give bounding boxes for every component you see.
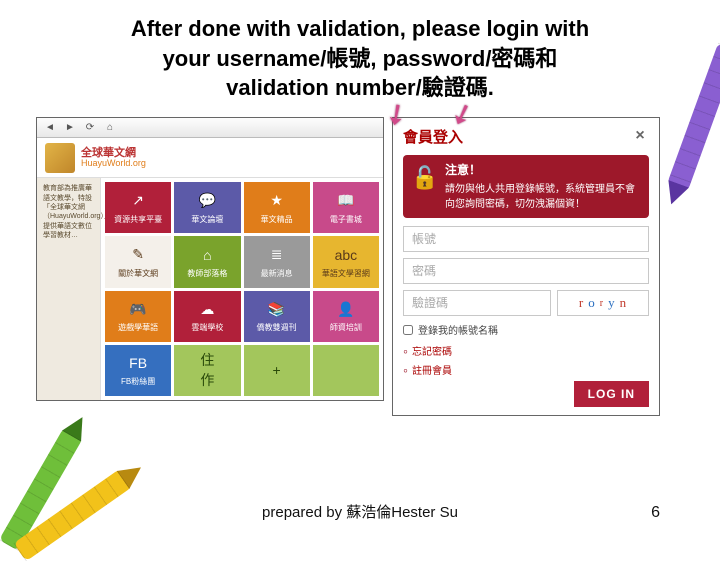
browser-toolbar: ◄ ► ⟳ ⌂	[37, 118, 383, 138]
title-line: your username/帳號, password/密碼和	[163, 46, 558, 71]
site-header: 全球華文網 HuayuWorld.org	[37, 138, 383, 178]
tile-icon: FB	[126, 353, 150, 373]
tile-icon: 📖	[334, 191, 358, 211]
tile-label: 雲端學校	[191, 322, 223, 333]
tile-icon	[334, 360, 358, 380]
tile-label: 遊戲學華語	[118, 322, 158, 333]
site-name-cn: 全球華文網	[81, 147, 146, 159]
tile-icon: +	[265, 360, 289, 380]
portal-grid: ↗ 資源共享平臺 💬 華文論壇 ★ 華文精品 📖 電子書城 ✎ 關於華文網 ⌂ 教師部落格 ≣ 最新消息 a…	[101, 178, 383, 400]
portal-tile[interactable]: 📖 電子書城	[313, 182, 379, 233]
portal-tile[interactable]: ★ 華文精品	[244, 182, 310, 233]
tile-icon: ☁	[195, 299, 219, 319]
remember-checkbox[interactable]: 登錄我的帳號名稱	[403, 322, 649, 337]
tile-icon: 💬	[195, 191, 219, 211]
footer-credit: prepared by 蘇浩倫Hester Su	[0, 501, 720, 522]
portal-tile[interactable]: ⌂ 教師部落格	[174, 236, 240, 287]
login-button[interactable]: LOG IN	[574, 381, 649, 407]
portal-tile[interactable]: 🎮 遊戲學華語	[105, 291, 171, 342]
portal-tile[interactable]: ≣ 最新消息	[244, 236, 310, 287]
tile-label: 電子書城	[330, 214, 362, 225]
portal-tile[interactable]: 💬 華文論壇	[174, 182, 240, 233]
tile-label: 關於華文網	[118, 268, 158, 279]
tile-label: 僑教雙週刊	[257, 322, 297, 333]
portal-tile[interactable]: 📚 僑教雙週刊	[244, 291, 310, 342]
back-icon[interactable]: ◄	[43, 121, 57, 135]
tile-label: 最新消息	[261, 268, 293, 279]
tile-icon: ≣	[265, 245, 289, 265]
tile-label: 師資培訓	[330, 322, 362, 333]
portal-tile[interactable]: 👤 師資培訓	[313, 291, 379, 342]
tile-label: FB粉絲團	[121, 376, 155, 387]
login-panel: ➘ ➘ 會員登入 × 注意！ 請勿與他人共用登錄帳號，系統管理員不會向您詢問密碼…	[392, 117, 660, 416]
portal-tile[interactable]: ↗ 資源共享平臺	[105, 182, 171, 233]
portal-tile[interactable]: ☁ 雲端學校	[174, 291, 240, 342]
captcha-image: roryn	[557, 290, 649, 316]
forward-icon[interactable]: ►	[63, 121, 77, 135]
tile-label: 華文論壇	[191, 214, 223, 225]
tile-icon: abc	[334, 245, 358, 265]
slide-title: After done with validation, please login…	[0, 0, 720, 111]
site-sidebar-blurb: 教育部為推廣華語文教學，特設「全球華文網（HuayuWorld.org）」，提供…	[37, 178, 101, 400]
register-link[interactable]: 註冊會員	[403, 362, 649, 377]
portal-tile[interactable]: 住作	[174, 345, 240, 396]
tile-icon: 📚	[265, 299, 289, 319]
website-screenshot: ◄ ► ⟳ ⌂ 全球華文網 HuayuWorld.org 教育部為推廣華語文教學…	[36, 117, 384, 401]
remember-checkbox-box[interactable]	[403, 325, 413, 335]
tile-icon: 住作	[195, 360, 219, 380]
slide-number: 6	[651, 504, 660, 522]
warning-body: 請勿與他人共用登錄帳號，系統管理員不會向您詢問密碼，切勿洩漏個資！	[445, 180, 641, 210]
warning-title: 注意！	[445, 161, 641, 178]
reload-icon[interactable]: ⟳	[83, 121, 97, 135]
tile-label: 華文精品	[261, 214, 293, 225]
tile-icon: ↗	[126, 191, 150, 211]
title-line: validation number/驗證碼.	[226, 75, 494, 100]
site-name-en: HuayuWorld.org	[81, 159, 146, 169]
portal-tile[interactable]: ✎ 關於華文網	[105, 236, 171, 287]
tile-label: 教師部落格	[187, 268, 227, 279]
site-logo-icon	[45, 143, 75, 173]
close-icon[interactable]: ×	[631, 128, 649, 146]
tile-icon: ⌂	[195, 245, 219, 265]
tile-icon: ★	[265, 191, 289, 211]
portal-tile[interactable]	[313, 345, 379, 396]
forgot-password-link[interactable]: 忘記密碼	[403, 343, 649, 358]
password-input[interactable]: 密碼	[403, 258, 649, 284]
tile-icon: 🎮	[126, 299, 150, 319]
tile-icon: 👤	[334, 299, 358, 319]
portal-tile[interactable]: abc 華語文學習網	[313, 236, 379, 287]
title-line: After done with validation, please login…	[131, 16, 589, 41]
portal-tile[interactable]: FB FB粉絲團	[105, 345, 171, 396]
portal-tile[interactable]: +	[244, 345, 310, 396]
tile-icon: ✎	[126, 245, 150, 265]
remember-label: 登錄我的帳號名稱	[418, 322, 498, 337]
tile-label: 華語文學習網	[322, 268, 370, 279]
captcha-input[interactable]: 驗證碼	[403, 290, 551, 316]
tile-label: 資源共享平臺	[114, 214, 162, 225]
home-icon[interactable]: ⌂	[103, 121, 117, 135]
username-input[interactable]: 帳號	[403, 226, 649, 252]
login-warning: 注意！ 請勿與他人共用登錄帳號，系統管理員不會向您詢問密碼，切勿洩漏個資！	[403, 155, 649, 218]
